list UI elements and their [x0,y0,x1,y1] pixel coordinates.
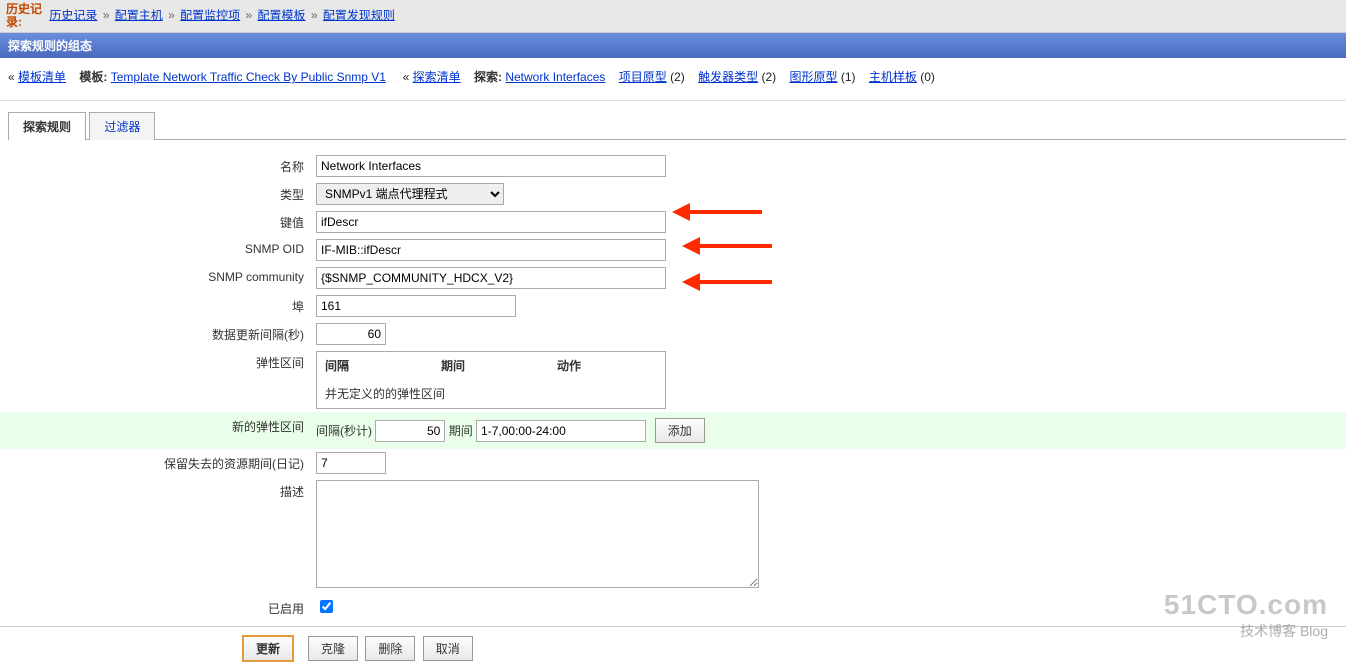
host-proto-link[interactable]: 主机样板 [869,70,917,84]
name-input[interactable] [316,155,666,177]
add-button[interactable]: 添加 [655,418,705,443]
enabled-checkbox[interactable] [320,600,333,613]
type-label: 类型 [0,180,312,208]
intervals-col-interval: 间隔 [317,352,433,379]
flex-label: 弹性区间 [0,348,312,412]
intervals-col-action: 动作 [549,352,665,379]
breadcrumb-item[interactable]: 配置监控项 [180,8,240,22]
newflex-interval-input[interactable] [375,420,445,442]
cancel-button[interactable]: 取消 [423,636,473,661]
enabled-label: 已启用 [0,594,312,620]
section-title: 探索规则的组态 [0,33,1346,58]
key-label: 键值 [0,208,312,236]
newflex-period-input[interactable] [476,420,646,442]
update-button[interactable]: 更新 [242,635,294,662]
tabs: 探索规则 过滤器 [8,111,1346,140]
trigger-proto-count: (2) [761,70,776,84]
desc-textarea[interactable] [316,480,759,588]
intervals-box: 间隔 期间 动作 并无定义的的弹性区间 [316,351,666,409]
graph-proto-link[interactable]: 图形原型 [789,70,837,84]
template-label: 模板: [79,70,107,84]
graph-proto-count: (1) [841,70,856,84]
arrow-icon [682,234,772,258]
community-label: SNMP community [0,264,312,292]
item-proto-count: (2) [670,70,685,84]
breadcrumb-item[interactable]: 配置主机 [115,8,163,22]
host-proto-count: (0) [920,70,935,84]
template-list-link[interactable]: 模板清单 [18,70,66,84]
key-input[interactable] [316,211,666,233]
breadcrumb-item[interactable]: 配置发现规则 [323,8,395,22]
arrow-icon [682,270,772,294]
newflex-interval-label: 间隔(秒计) [316,424,372,438]
breadcrumb-item[interactable]: 配置模板 [258,8,306,22]
interval-input[interactable] [316,323,386,345]
port-label: 埠 [0,292,312,320]
newflex-period-label: 期间 [449,424,473,438]
discovery-list-link[interactable]: 探索清单 [413,70,461,84]
subnav: « 模板清单 模板: Template Network Traffic Chec… [0,58,1346,101]
intervals-col-period: 期间 [433,352,549,379]
tab-filter[interactable]: 过滤器 [89,112,155,140]
port-input[interactable] [316,295,516,317]
breadcrumb-prefix: 历史记录: [6,3,46,29]
oid-label: SNMP OID [0,236,312,264]
type-select[interactable]: SNMPv1 端点代理程式 [316,183,504,205]
desc-label: 描述 [0,477,312,594]
trigger-proto-link[interactable]: 触发器类型 [698,70,758,84]
keeplost-label: 保留失去的资源期间(日记) [0,449,312,477]
community-input[interactable] [316,267,666,289]
oid-input[interactable] [316,239,666,261]
template-link[interactable]: Template Network Traffic Check By Public… [111,70,386,84]
discovery-label: 探索: [474,70,502,84]
intervals-empty: 并无定义的的弹性区间 [317,379,665,408]
breadcrumb-item[interactable]: 历史记录 [49,8,97,22]
button-row: 更新 克隆 删除 取消 [0,626,1346,670]
tab-rule[interactable]: 探索规则 [8,112,86,140]
keeplost-input[interactable] [316,452,386,474]
interval-label: 数据更新间隔(秒) [0,320,312,348]
newflex-label: 新的弹性区间 [0,412,312,449]
delete-button[interactable]: 删除 [365,636,415,661]
item-proto-link[interactable]: 项目原型 [619,70,667,84]
form-table: 名称 类型 SNMPv1 端点代理程式 键值 SNMP OID SNMP com… [0,152,1346,620]
breadcrumb: 历史记录: 历史记录 » 配置主机 » 配置监控项 » 配置模板 » 配置发现规… [0,0,1346,33]
discovery-link[interactable]: Network Interfaces [505,70,605,84]
clone-button[interactable]: 克隆 [308,636,358,661]
name-label: 名称 [0,152,312,180]
